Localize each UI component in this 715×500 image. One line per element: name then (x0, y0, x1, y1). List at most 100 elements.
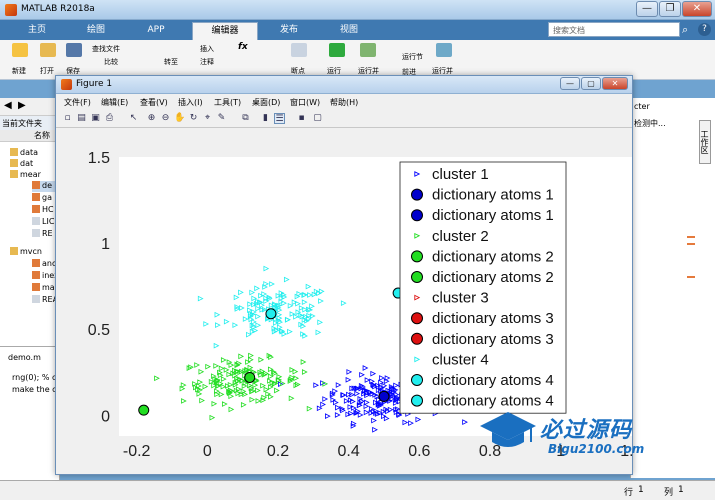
insert-button[interactable]: 插入 (200, 44, 214, 54)
pan-icon[interactable]: ✋ (174, 113, 185, 124)
legend-marker (411, 250, 423, 263)
colorbar-icon[interactable]: ▮ (260, 113, 271, 124)
forward-arrow-icon[interactable]: ▶ (18, 100, 26, 111)
file-list-item-label: ga (42, 193, 52, 202)
link-plot-icon[interactable]: ⧉ (240, 113, 251, 124)
breakpoint-icon[interactable] (291, 43, 307, 57)
name-column-header[interactable]: 名称 (0, 130, 60, 142)
tab-apps[interactable]: APP (130, 22, 182, 40)
row-label: 行 (624, 488, 634, 498)
file-list-item[interactable]: mvcn (10, 247, 42, 258)
menu-tools[interactable]: 工具(T) (214, 97, 241, 108)
figure-minimize-button[interactable]: — (560, 77, 580, 90)
goto-button[interactable]: 转至 (164, 57, 178, 67)
file-icon (32, 181, 40, 189)
tab-view[interactable]: 视图 (322, 22, 376, 40)
menu-window[interactable]: 窗口(W) (290, 97, 320, 108)
tab-editor[interactable]: 编辑器 (192, 22, 258, 40)
comment-button[interactable]: 注释 (200, 57, 214, 67)
zoom-in-icon[interactable]: ⊕ (146, 113, 157, 124)
file-list-item[interactable]: data (10, 148, 38, 159)
legend-label: dictionary atoms 2 (432, 269, 554, 286)
new-figure-icon[interactable]: ▫ (62, 113, 73, 124)
save-figure-icon[interactable]: ▣ (90, 113, 101, 124)
y-tick-label: 1.5 (88, 150, 110, 167)
find-file-button[interactable]: 查找文件 (92, 44, 120, 54)
figure-title-bar[interactable]: Figure 1 — ▢ ✕ (56, 76, 632, 94)
show-tools-icon[interactable]: ▢ (312, 113, 323, 124)
file-list-item-label: RE (42, 229, 53, 238)
figure-title: Figure 1 (76, 79, 113, 89)
watermark-line-2: Bigu2100.com (548, 442, 645, 456)
menu-edit[interactable]: 编辑(E) (101, 97, 128, 108)
folder-icon (10, 148, 18, 156)
y-tick-label: 0 (101, 408, 110, 425)
legend-label: dictionary atoms 4 (432, 372, 554, 389)
hide-tools-icon[interactable]: ▪ (296, 113, 307, 124)
dictionary-atom-marker (378, 390, 390, 402)
file-icon (32, 271, 40, 279)
zoom-out-icon[interactable]: ⊖ (160, 113, 171, 124)
new-file-icon[interactable] (12, 43, 28, 57)
run-icon[interactable] (329, 43, 345, 57)
new-button[interactable]: 新建 (12, 66, 26, 76)
x-tick-label: 0 (203, 443, 212, 460)
folder-icon (10, 170, 18, 178)
save-disk-icon[interactable] (66, 43, 82, 57)
back-arrow-icon[interactable]: ◀ (4, 100, 12, 111)
menu-desktop[interactable]: 桌面(D) (252, 97, 280, 108)
tab-plots[interactable]: 绘图 (70, 22, 122, 40)
file-list-item[interactable]: dat (10, 159, 33, 170)
tab-publish[interactable]: 发布 (262, 22, 316, 40)
file-list-item[interactable]: LIC (32, 217, 54, 228)
figure-maximize-button[interactable]: ▢ (581, 77, 601, 90)
file-list-item[interactable]: mear (10, 170, 41, 181)
col-value: 1 (678, 485, 684, 495)
print-icon[interactable]: ⎙ (104, 113, 115, 124)
fx-button[interactable]: fx (238, 42, 248, 52)
details-line-1: rng(0); % c (12, 373, 57, 382)
run-section-button[interactable]: 运行节 (402, 52, 423, 62)
figure-close-button[interactable]: ✕ (602, 77, 628, 90)
open-button[interactable]: 打开 (40, 66, 54, 76)
figure-menu-bar: 文件(F) 编辑(E) 查看(V) 插入(I) 工具(T) 桌面(D) 窗口(W… (56, 94, 632, 110)
legend-icon[interactable]: ☰ (274, 113, 285, 124)
minimize-button[interactable]: — (636, 1, 658, 17)
folder-icon (10, 247, 18, 255)
graduation-cap-icon (480, 412, 536, 447)
y-tick-label: 0.5 (88, 322, 110, 339)
pointer-icon[interactable]: ↖ (128, 113, 139, 124)
rotate-icon[interactable]: ↻ (188, 113, 199, 124)
brush-icon[interactable]: ✎ (216, 113, 227, 124)
menu-file[interactable]: 文件(F) (64, 97, 91, 108)
dictionary-atom-marker (138, 404, 150, 416)
file-icon (32, 217, 40, 225)
menu-view[interactable]: 查看(V) (140, 97, 168, 108)
ribbon-tab-strip: 主页 绘图 APP 编辑器 发布 视图 搜索文档 ⌕ ? (0, 20, 715, 40)
close-button[interactable]: ✕ (682, 1, 712, 17)
workspace-side-tab[interactable]: 工作区 (699, 120, 711, 164)
data-cursor-icon[interactable]: ⌖ (202, 113, 213, 124)
open-file-icon[interactable]: ▤ (76, 113, 87, 124)
menu-insert[interactable]: 插入(I) (178, 97, 203, 108)
legend-label: dictionary atoms 2 (432, 248, 554, 265)
file-icon (32, 259, 40, 267)
help-icon[interactable]: ? (698, 23, 711, 36)
tab-home[interactable]: 主页 (12, 22, 62, 40)
legend-label: dictionary atoms 1 (432, 187, 554, 204)
search-docs-input[interactable]: 搜索文档 (548, 22, 680, 37)
run-advance-icon[interactable] (360, 43, 376, 57)
folder-icon (10, 159, 18, 167)
search-icon[interactable]: ⌕ (682, 22, 696, 37)
compare-button[interactable]: 比较 (104, 57, 118, 67)
restore-button[interactable]: ❐ (659, 1, 681, 17)
file-list-item[interactable]: HC (32, 205, 54, 216)
menu-help[interactable]: 帮助(H) (330, 97, 358, 108)
file-list-item[interactable]: RE (32, 229, 53, 240)
figure-icon (61, 79, 72, 90)
file-list-item[interactable]: ga (32, 193, 52, 204)
open-folder-icon[interactable] (40, 43, 56, 57)
run-and-time-icon[interactable] (436, 43, 452, 57)
row-value: 1 (638, 485, 644, 495)
legend-marker (411, 271, 423, 283)
